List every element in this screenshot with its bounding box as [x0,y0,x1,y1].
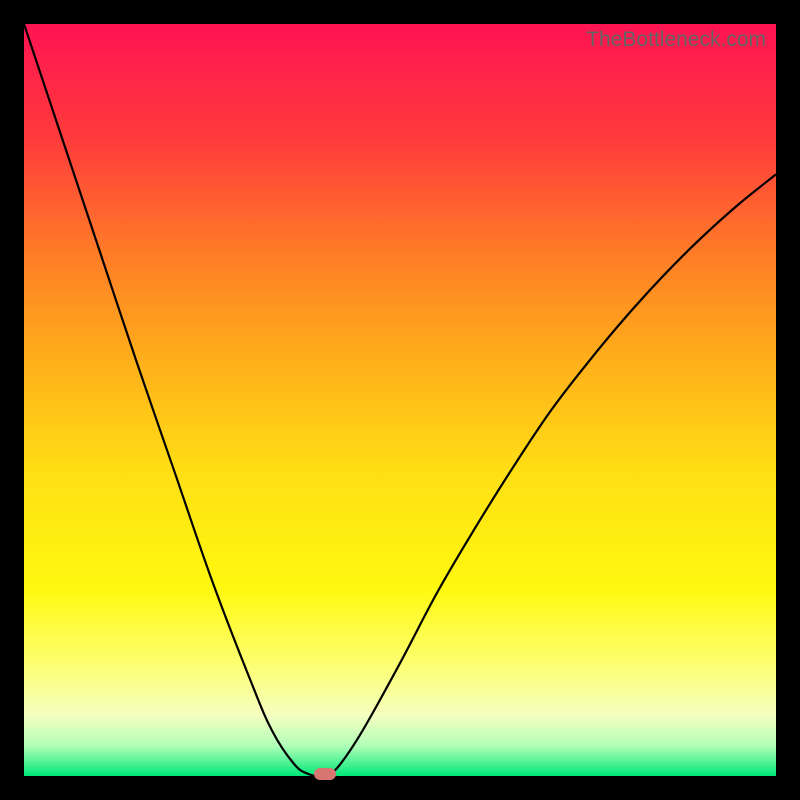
chart-plot-area: TheBottleneck.com [24,24,776,776]
minimum-marker [314,768,336,780]
watermark-text: TheBottleneck.com [586,28,766,52]
bottleneck-curve [24,24,776,776]
